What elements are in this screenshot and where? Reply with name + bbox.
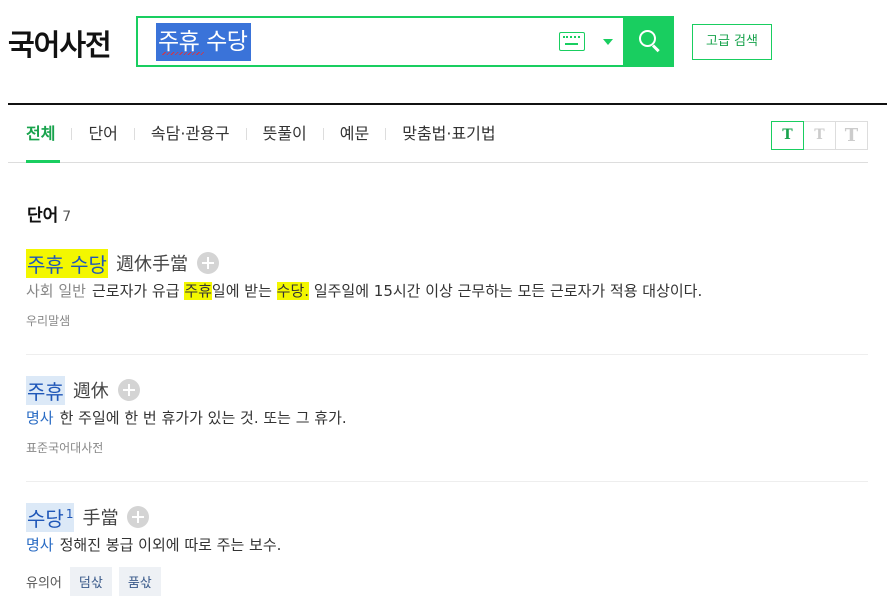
- search-box: 주휴 수당: [136, 16, 674, 67]
- synonym-tag[interactable]: 품삯: [118, 567, 161, 596]
- def-text: 근로자가 유급: [91, 282, 185, 300]
- font-size-large-button[interactable]: T: [835, 121, 868, 150]
- tab-spelling[interactable]: 맞춤법·표기법: [402, 122, 495, 146]
- entry-jujyu: 주휴 週休 명사 한 주일에 한 번 휴가가 있는 것. 또는 그 휴가. 표준국…: [26, 375, 868, 456]
- tab-separator: [385, 128, 387, 140]
- search-icon-handle: [651, 44, 660, 53]
- entry-divider: [26, 481, 868, 482]
- active-tab-indicator: [26, 160, 60, 163]
- def-text: 한 주일에 한 번 휴가가 있는 것. 또는 그 휴가.: [59, 409, 347, 427]
- section-title-text: 단어: [27, 206, 59, 226]
- app-logo[interactable]: 국어사전: [8, 22, 112, 64]
- entry-pos: 명사: [26, 536, 54, 554]
- spellcheck-underline: [162, 52, 204, 55]
- header-divider: [8, 103, 887, 105]
- entry-definition: 명사 정해진 봉급 이외에 따로 주는 보수.: [26, 533, 868, 557]
- tab-separator: [133, 128, 135, 140]
- tab-idioms[interactable]: 속담·관용구: [151, 122, 230, 146]
- section-count: 7: [62, 209, 72, 225]
- entry-pos: 명사: [26, 409, 54, 427]
- tabs-divider: [8, 162, 868, 163]
- font-size-selector: T T T: [771, 121, 868, 150]
- def-highlight: 주휴: [184, 282, 212, 300]
- tab-separator: [71, 128, 73, 140]
- entry-headword[interactable]: 주휴: [26, 375, 65, 405]
- keyboard-icon[interactable]: [559, 32, 585, 51]
- advanced-search-button[interactable]: 고급 검색: [692, 24, 772, 60]
- def-highlight: 수당.: [276, 282, 310, 300]
- search-input[interactable]: 주휴 수당: [156, 23, 252, 61]
- entry-hanja: 手當: [82, 508, 119, 529]
- synonym-row: 유의어 덤삯 품삯: [26, 567, 868, 596]
- tab-meanings[interactable]: 뜻풀이: [263, 122, 307, 146]
- search-button[interactable]: [623, 16, 674, 67]
- def-text: 일에 받는: [211, 282, 277, 300]
- entry-source[interactable]: 우리말샘: [26, 312, 868, 329]
- homonym-number: 1: [65, 506, 74, 521]
- tab-examples[interactable]: 예문: [340, 122, 369, 146]
- def-text: 정해진 봉급 이외에 따로 주는 보수.: [59, 536, 282, 554]
- entry-sudang: 수당 1 手當 명사 정해진 봉급 이외에 따로 주는 보수. 유의어 덤삯 품삯: [26, 502, 868, 596]
- chevron-down-icon[interactable]: [603, 39, 613, 45]
- add-wordbook-icon[interactable]: [196, 252, 219, 274]
- tab-words[interactable]: 단어: [88, 122, 117, 146]
- entry-headword[interactable]: 수당 1: [26, 502, 75, 532]
- add-wordbook-icon[interactable]: [117, 379, 140, 401]
- tab-separator: [322, 128, 324, 140]
- entry-source[interactable]: 표준국어대사전: [26, 439, 868, 456]
- synonym-tag[interactable]: 덤삯: [69, 567, 112, 596]
- tab-all[interactable]: 전체: [26, 122, 55, 146]
- add-wordbook-icon[interactable]: [127, 506, 150, 528]
- synonym-label: 유의어: [26, 576, 62, 591]
- entry-jujyu-sudang: 주휴 수당 週休手當 사회 일반 근로자가 유급 주휴일에 받는 수당. 일주일에…: [26, 248, 868, 329]
- entry-definition: 사회 일반 근로자가 유급 주휴일에 받는 수당. 일주일에 15시간 이상 근무…: [26, 279, 868, 303]
- section-title: 단어 7: [27, 201, 71, 226]
- tab-separator: [245, 128, 247, 140]
- entry-hanja: 週休手當: [115, 254, 188, 275]
- entry-definition: 명사 한 주일에 한 번 휴가가 있는 것. 또는 그 휴가.: [26, 406, 868, 430]
- entry-hanja: 週休: [72, 381, 109, 402]
- entry-divider: [26, 354, 868, 355]
- font-size-small-button[interactable]: T: [771, 121, 804, 150]
- font-size-medium-button[interactable]: T: [803, 121, 836, 150]
- def-text: 일주일에 15시간 이상 근무하는 모든 근로자가 적용 대상이다.: [309, 282, 703, 300]
- tab-bar: 전체 단어 속담·관용구 뜻풀이 예문 맞춤법·표기법: [26, 122, 496, 146]
- headword-text: 수당: [27, 506, 64, 531]
- entry-headword[interactable]: 주휴 수당: [26, 248, 108, 278]
- entry-category: 사회 일반: [26, 282, 86, 300]
